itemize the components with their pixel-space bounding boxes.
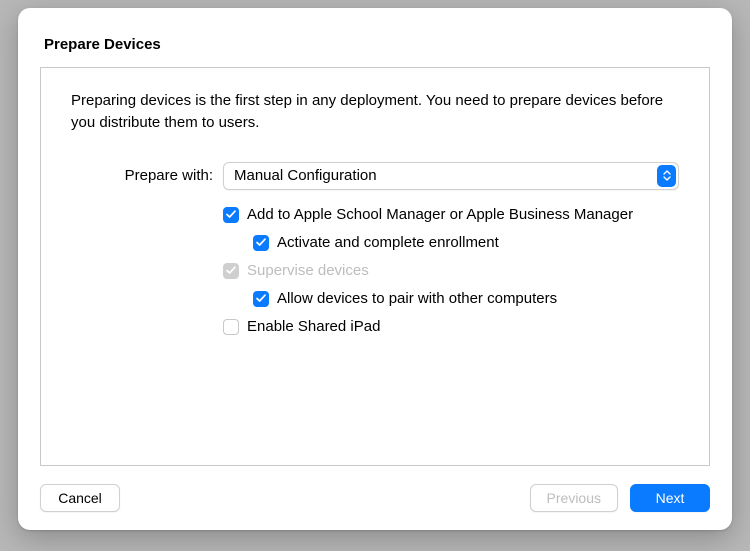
option-shared-ipad[interactable]: Enable Shared iPad <box>223 316 679 338</box>
checkbox-icon <box>223 207 239 223</box>
next-button[interactable]: Next <box>630 484 710 512</box>
option-label: Enable Shared iPad <box>247 318 380 335</box>
checkbox-icon <box>223 263 239 279</box>
checkbox-icon <box>253 235 269 251</box>
option-label: Supervise devices <box>247 262 369 279</box>
prepare-with-label: Prepare with: <box>71 167 223 184</box>
prepare-with-row: Prepare with: Manual Configuration <box>71 162 679 190</box>
option-supervise: Supervise devices <box>223 260 679 282</box>
prepare-with-value: Manual Configuration <box>234 167 377 184</box>
option-activate[interactable]: Activate and complete enrollment <box>223 232 679 254</box>
prepare-with-select[interactable]: Manual Configuration <box>223 162 679 190</box>
intro-text: Preparing devices is the first step in a… <box>71 90 679 134</box>
option-label: Allow devices to pair with other compute… <box>277 290 557 307</box>
option-add-manager[interactable]: Add to Apple School Manager or Apple Bus… <box>223 204 679 226</box>
previous-button: Previous <box>530 484 618 512</box>
select-stepper-icon <box>657 165 676 187</box>
checkbox-icon <box>253 291 269 307</box>
option-label: Add to Apple School Manager or Apple Bus… <box>247 206 633 223</box>
option-allow-pair[interactable]: Allow devices to pair with other compute… <box>223 288 679 310</box>
option-label: Activate and complete enrollment <box>277 234 499 251</box>
cancel-button[interactable]: Cancel <box>40 484 120 512</box>
prepare-devices-sheet: Prepare Devices Preparing devices is the… <box>18 8 732 530</box>
checkbox-icon <box>223 319 239 335</box>
options-group: Add to Apple School Manager or Apple Bus… <box>71 204 679 338</box>
sheet-title: Prepare Devices <box>44 36 710 53</box>
footer: Cancel Previous Next <box>40 466 710 512</box>
content-panel: Preparing devices is the first step in a… <box>40 67 710 466</box>
